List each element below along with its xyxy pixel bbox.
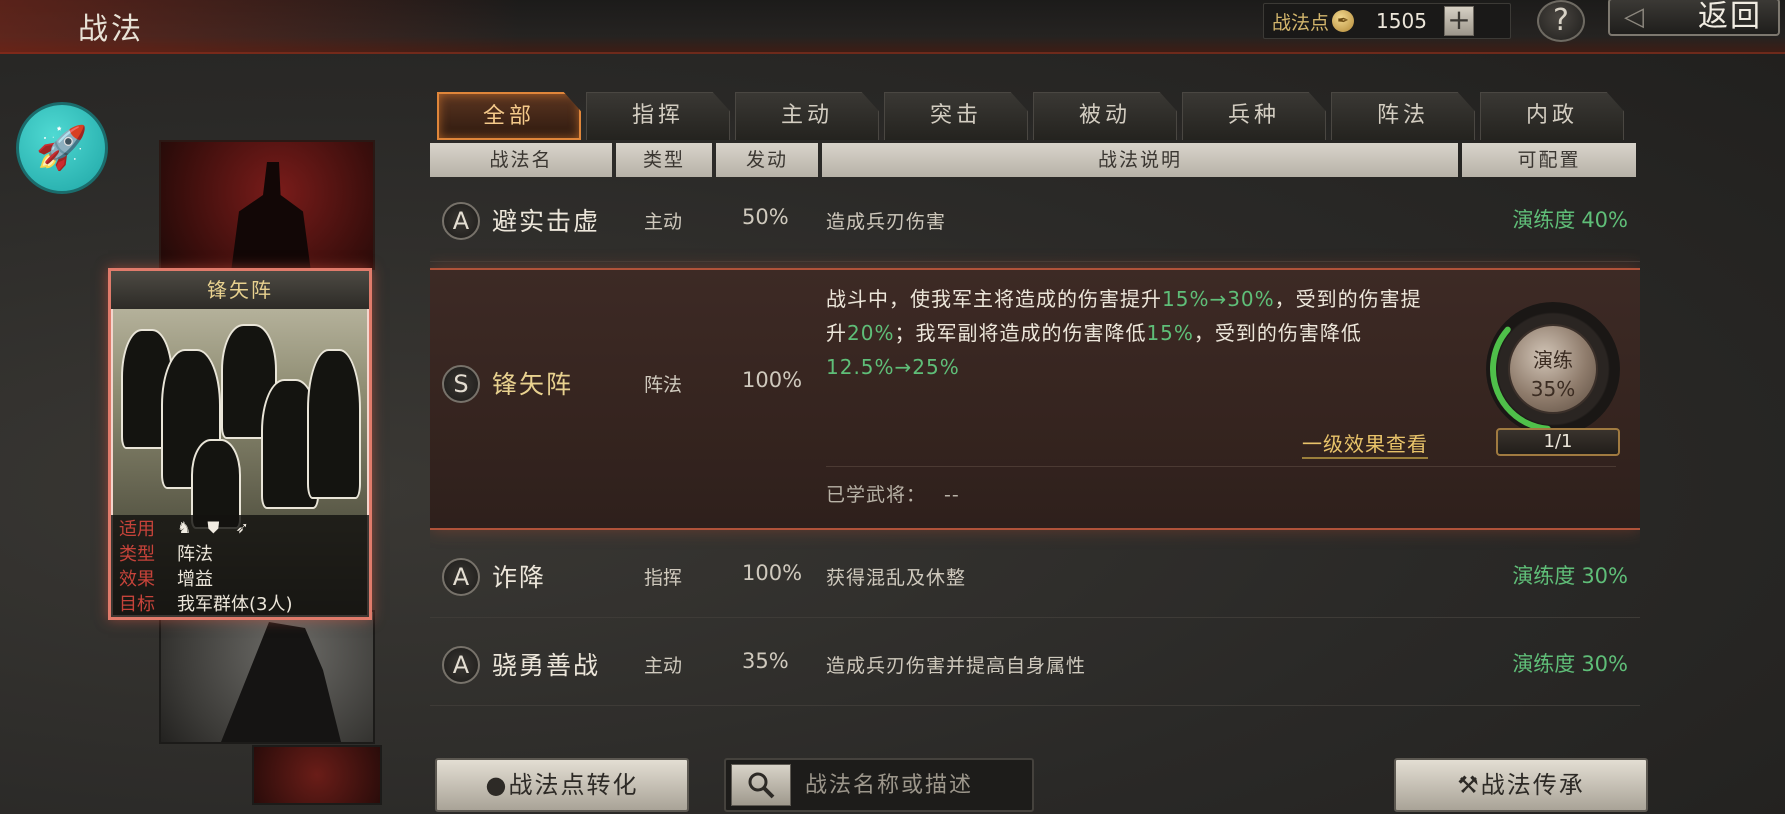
search-icon[interactable] [731,764,791,806]
tab-assault[interactable]: 突击 [884,92,1028,140]
inherit-skill-button[interactable]: ⚒战法传承 [1394,758,1648,812]
type-label: 类型 [119,543,155,565]
warrior-silhouette [231,162,311,272]
proficiency: 演练度 30% [1512,652,1628,676]
column-name[interactable]: 战法名 [430,143,612,177]
card-back-lower[interactable] [159,610,375,744]
tab-command[interactable]: 指挥 [586,92,730,140]
column-configurable[interactable]: 可配置 [1462,143,1636,177]
target-label: 目标 [119,593,155,615]
card-back-small[interactable] [252,745,382,805]
rocket-icon[interactable]: 🚀 [16,102,108,194]
type-value: 阵法 [177,543,213,565]
card-name: 锋矢阵 [111,271,369,309]
train-control: 演练 35% 1/1 [1486,302,1626,456]
skill-list: A 避实击虚 主动 50% 造成兵刃伤害 演练度 40% S 锋矢阵 阵法 100… [430,180,1640,735]
proficiency: 演练度 40% [1512,208,1628,232]
inherit-label: 战法传承 [1480,771,1585,799]
column-headers: 战法名 类型 发动 战法说明 可配置 [430,143,1640,177]
train-count: 1/1 [1496,428,1620,456]
help-button[interactable]: ? [1537,0,1585,42]
page-title: 战法 [78,12,144,47]
cavalry-icon: ♞ [177,517,192,537]
shield-icon: ⛊ [207,517,220,537]
skill-trigger-rate: 50% [742,205,789,229]
convert-label: 战法点转化 [508,771,639,799]
target-value: 我军群体(3人) [177,593,293,615]
tab-active[interactable]: 主动 [735,92,879,140]
top-bar: 战法 战法点 ✒ 1505 + ? ◁ 返回 [0,0,1785,54]
search-box [724,758,1034,812]
search-input[interactable] [805,772,1025,798]
divider [826,466,1616,467]
grade-badge: S [442,365,480,403]
skill-name: 诈降 [492,563,547,592]
skill-trigger-rate: 100% [742,368,803,392]
card-info: 适用 ♞ ⛊ ➶ 类型 阵法 效果 增益 目标 我军群体(3人) [111,515,369,617]
skill-row[interactable]: A 避实击虚 主动 50% 造成兵刃伤害 演练度 40% [430,180,1640,262]
column-description: 战法说明 [822,143,1458,177]
back-button[interactable]: ◁ 返回 [1608,0,1780,36]
feather-coin-icon: ✒ [1332,10,1355,32]
card-back-upper[interactable] [159,140,375,272]
skill-name: 避实击虚 [492,207,601,236]
tab-troop[interactable]: 兵种 [1182,92,1326,140]
skill-row[interactable]: A 骁勇善战 主动 35% 造成兵刃伤害并提高自身属性 演练度 30% [430,624,1640,706]
tab-passive[interactable]: 被动 [1033,92,1177,140]
skill-points-value: 1505 [1376,9,1427,33]
skill-type: 主动 [644,655,683,677]
effect-label: 效果 [119,568,155,590]
skill-description: 获得混乱及休整 [826,567,967,589]
level-one-effect-link[interactable]: 一级效果查看 [1302,428,1428,459]
add-points-button[interactable]: + [1444,6,1475,36]
skill-type: 主动 [644,211,683,233]
proficiency: 演练度 30% [1512,564,1628,588]
card-art [111,309,369,539]
apply-unit-icons: ♞ ⛊ ➶ [177,518,249,538]
skill-points-label: 战法点 [1272,11,1330,34]
category-tabs: 全部 指挥 主动 突击 被动 兵种 阵法 内政 [437,92,1629,140]
bow-icon: ➶ [235,517,249,537]
convert-points-button[interactable]: ●战法点转化 [435,758,689,812]
learned-generals: 已学武将： -- [826,484,960,506]
back-label: 返回 [1698,0,1762,34]
skill-description: 战斗中，使我军主将造成的伤害提升15%→30%，受到的伤害提升20%；我军副将造… [826,287,1422,379]
skill-row[interactable]: A 诈降 指挥 100% 获得混乱及休整 演练度 30% [430,536,1640,618]
effect-value: 增益 [177,568,213,590]
hammer-icon: ⚒ [1457,771,1481,799]
skill-name: 骁勇善战 [492,651,601,680]
tab-internal[interactable]: 内政 [1480,92,1624,140]
skill-type: 阵法 [644,374,683,396]
drop-icon: ● [485,771,509,799]
grade-badge: A [442,646,480,684]
skill-trigger-rate: 35% [742,649,789,673]
train-button[interactable]: 演练 35% [1508,324,1598,414]
tab-all[interactable]: 全部 [437,92,581,140]
skill-row-expanded[interactable]: S 锋矢阵 阵法 100% 战斗中，使我军主将造成的伤害提升15%→30%，受到… [430,268,1640,530]
grade-badge: A [442,558,480,596]
tab-formation[interactable]: 阵法 [1331,92,1475,140]
skill-trigger-rate: 100% [742,561,803,585]
skill-points-display: 战法点 ✒ 1505 + [1263,3,1511,39]
skill-description: 造成兵刃伤害 [826,211,947,233]
skill-type: 指挥 [644,567,683,589]
skill-description: 造成兵刃伤害并提高自身属性 [826,655,1087,677]
column-trigger[interactable]: 发动 [716,143,818,177]
back-arrow-icon: ◁ [1624,2,1646,32]
warrior-silhouette [221,622,341,742]
column-type[interactable]: 类型 [616,143,712,177]
selected-skill-card[interactable]: 锋矢阵 适用 ♞ ⛊ ➶ 类型 阵法 效果 增益 目标 我军群体(3人) [108,268,372,620]
grade-badge: A [442,202,480,240]
apply-label: 适用 [119,518,155,540]
skill-name: 锋矢阵 [492,370,574,399]
